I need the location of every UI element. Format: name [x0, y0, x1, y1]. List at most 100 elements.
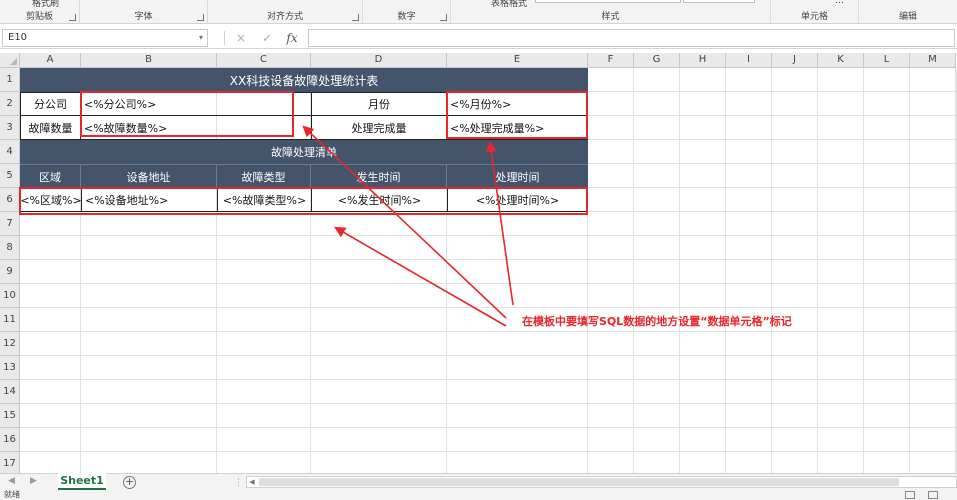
- completed-value-cell[interactable]: <%处理完成量%>: [446, 115, 588, 140]
- grid-cell[interactable]: [588, 332, 634, 356]
- alignment-launcher-icon[interactable]: [352, 14, 359, 21]
- grid-cell[interactable]: [864, 356, 910, 380]
- header-occur-time[interactable]: 发生时间: [311, 164, 447, 188]
- grid-cell[interactable]: [81, 212, 217, 236]
- grid-cell[interactable]: [311, 260, 447, 284]
- grid-cell[interactable]: [20, 308, 81, 332]
- grid-cell[interactable]: [818, 380, 864, 404]
- select-all-corner[interactable]: [0, 53, 20, 68]
- grid-cell[interactable]: [588, 380, 634, 404]
- column-header-M[interactable]: M: [910, 53, 956, 68]
- grid-cell[interactable]: [447, 212, 588, 236]
- grid-cell[interactable]: [726, 260, 772, 284]
- grid-cell[interactable]: [81, 404, 217, 428]
- grid-cell[interactable]: [910, 260, 956, 284]
- grid-cell[interactable]: [634, 92, 680, 116]
- grid-cell[interactable]: [818, 188, 864, 212]
- sheet-tab-sheet1[interactable]: Sheet1: [58, 473, 106, 490]
- grid-cell[interactable]: [588, 404, 634, 428]
- column-header-F[interactable]: F: [588, 53, 634, 68]
- grid-cell[interactable]: [772, 188, 818, 212]
- add-sheet-button[interactable]: +: [123, 476, 136, 489]
- grid-cell[interactable]: [634, 356, 680, 380]
- grid-cell[interactable]: [818, 428, 864, 452]
- grid-cell[interactable]: [20, 356, 81, 380]
- grid-cell[interactable]: [772, 164, 818, 188]
- next-sheet-icon[interactable]: ▶: [30, 476, 37, 486]
- grid-cell[interactable]: [81, 284, 217, 308]
- row-header-12[interactable]: 12: [0, 332, 20, 356]
- grid-cell[interactable]: [910, 236, 956, 260]
- font-launcher-icon[interactable]: [197, 14, 204, 21]
- grid-cell[interactable]: [217, 380, 311, 404]
- column-header-H[interactable]: H: [680, 53, 726, 68]
- grid-cell[interactable]: [634, 116, 680, 140]
- grid-cell[interactable]: [864, 188, 910, 212]
- grid-cell[interactable]: [864, 284, 910, 308]
- cell-style-gallery-item[interactable]: [683, 0, 755, 3]
- grid-cell[interactable]: [81, 380, 217, 404]
- grid-cell[interactable]: [726, 380, 772, 404]
- number-launcher-icon[interactable]: [440, 14, 447, 21]
- grid-cell[interactable]: [588, 116, 634, 140]
- completed-label-cell[interactable]: 处理完成量: [311, 115, 447, 140]
- grid-cell[interactable]: [311, 428, 447, 452]
- cancel-entry-button[interactable]: ×: [232, 30, 250, 46]
- grid-cell[interactable]: [447, 260, 588, 284]
- page-layout-view-icon[interactable]: [928, 491, 938, 499]
- grid-cell[interactable]: [588, 212, 634, 236]
- grid-cell[interactable]: [588, 260, 634, 284]
- grid-cell[interactable]: [680, 188, 726, 212]
- row-header-3[interactable]: 3: [0, 116, 20, 140]
- grid-cell[interactable]: [910, 356, 956, 380]
- grid-cell[interactable]: [311, 404, 447, 428]
- grid-cell[interactable]: [20, 332, 81, 356]
- grid-cell[interactable]: [20, 284, 81, 308]
- scroll-left-icon[interactable]: ◀: [247, 477, 257, 487]
- grid-cell[interactable]: [311, 380, 447, 404]
- grid-cell[interactable]: [217, 212, 311, 236]
- grid-cell[interactable]: [910, 140, 956, 164]
- grid-cell[interactable]: [588, 140, 634, 164]
- grid-cell[interactable]: [818, 140, 864, 164]
- branch-value-cell[interactable]: <%分公司%>: [80, 92, 312, 116]
- insert-function-button[interactable]: fx: [283, 30, 301, 46]
- cell-style-gallery[interactable]: [535, 0, 681, 3]
- spreadsheet-grid[interactable]: ABCDEFGHIJKLM 1 2 3 4 5 6 7 8 9 10 11 12 13 14 15 16 17 …: [0, 53, 957, 476]
- tab-split-handle-icon[interactable]: ⋮: [234, 478, 243, 488]
- grid-cell[interactable]: [726, 284, 772, 308]
- grid-cell[interactable]: [726, 356, 772, 380]
- grid-cell[interactable]: [864, 404, 910, 428]
- grid-cell[interactable]: [818, 356, 864, 380]
- grid-cell[interactable]: [680, 68, 726, 92]
- grid-cell[interactable]: [680, 380, 726, 404]
- grid-cell[interactable]: [634, 236, 680, 260]
- grid-cell[interactable]: [864, 68, 910, 92]
- grid-cell[interactable]: [588, 236, 634, 260]
- row-handle-time-cell[interactable]: <%处理时间%>: [447, 188, 588, 212]
- column-header-K[interactable]: K: [818, 53, 864, 68]
- grid-cell[interactable]: [81, 332, 217, 356]
- grid-cell[interactable]: [726, 188, 772, 212]
- grid-cell[interactable]: [588, 188, 634, 212]
- grid-cell[interactable]: [447, 404, 588, 428]
- grid-cell[interactable]: [910, 284, 956, 308]
- row-occur-time-cell[interactable]: <%发生时间%>: [311, 188, 448, 212]
- grid-cell[interactable]: [680, 140, 726, 164]
- grid-cell[interactable]: [910, 380, 956, 404]
- grid-cell[interactable]: [772, 380, 818, 404]
- grid-cell[interactable]: [588, 92, 634, 116]
- grid-cell[interactable]: [311, 332, 447, 356]
- row-header-9[interactable]: 9: [0, 260, 20, 284]
- header-handle-time[interactable]: 处理时间: [447, 164, 588, 188]
- grid-cell[interactable]: [910, 308, 956, 332]
- grid-cell[interactable]: [680, 332, 726, 356]
- grid-cell[interactable]: [588, 428, 634, 452]
- grid-cell[interactable]: [217, 428, 311, 452]
- column-header-E[interactable]: E: [447, 53, 588, 68]
- grid-cell[interactable]: [726, 332, 772, 356]
- grid-cell[interactable]: [588, 68, 634, 92]
- grid-cell[interactable]: [447, 284, 588, 308]
- grid-cell[interactable]: [81, 260, 217, 284]
- grid-cell[interactable]: [20, 404, 81, 428]
